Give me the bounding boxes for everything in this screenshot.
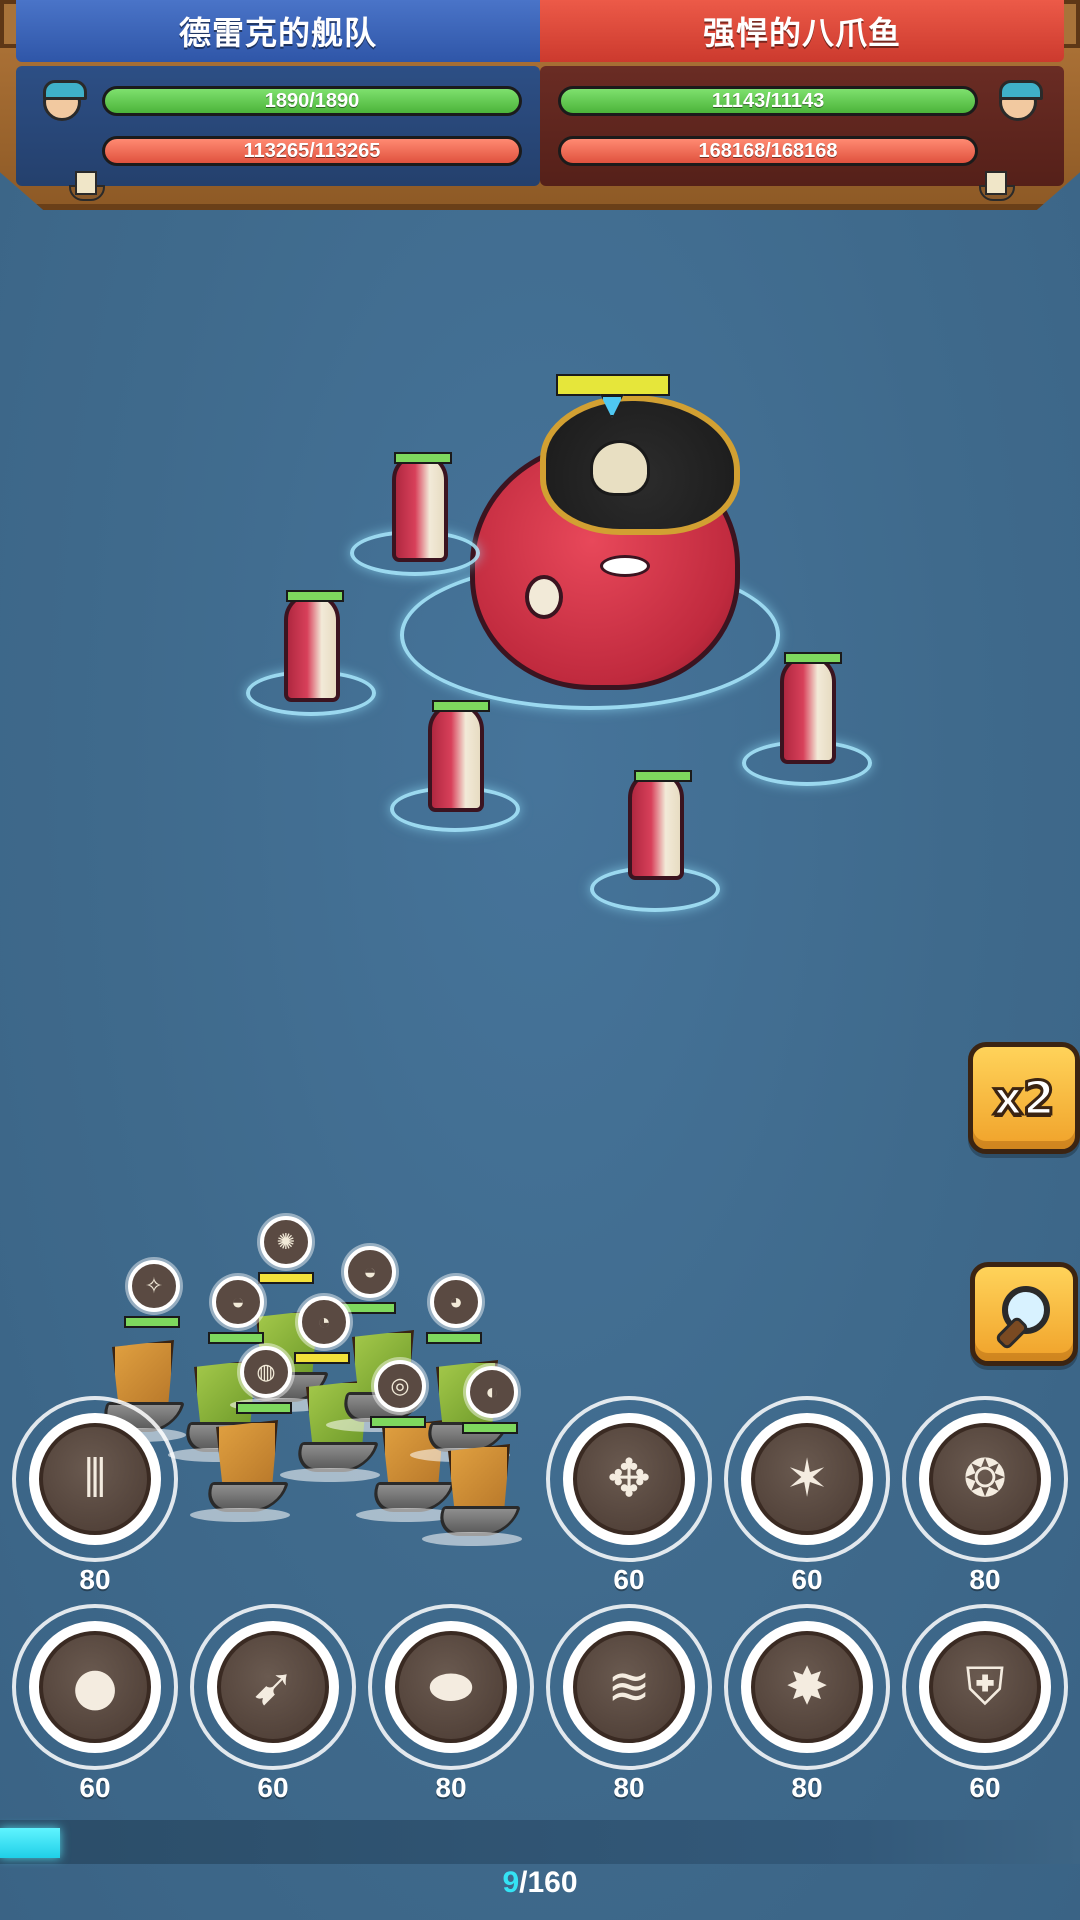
skill-cost: 60 [257,1772,289,1803]
ship-hp-bar [124,1316,180,1328]
ship-skill-bubble: ◐ [466,1366,518,1418]
energy-bar-fill [0,1828,61,1858]
skill-button[interactable]: ❂ 80 [902,1396,1068,1596]
ship-skill-bubble: ◎ [374,1360,426,1412]
monocle-icon [525,575,563,619]
cannons-icon: ⫴ [39,1423,151,1535]
skill-cost: 60 [79,1772,111,1803]
skill-cost: 80 [613,1772,645,1803]
skill-button[interactable]: ➹ 60 [190,1604,356,1804]
captain-icon [40,80,87,124]
cannonball-icon: ● [39,1631,151,1743]
tentacle [284,592,340,702]
ship-hp-bar [462,1422,518,1434]
player-team-name: 德雷克的舰队 [16,0,540,62]
skill-button[interactable]: ✥ 60 [546,1396,712,1596]
ship-hp-bar [294,1352,350,1364]
skill-button[interactable]: ✶ 60 [724,1396,890,1596]
enemy-team-panel: 强悍的八爪鱼 11143/11143 168168/168168 [540,0,1064,201]
skill-cost: 60 [613,1564,645,1595]
tentacle-hp-bar [394,452,452,464]
player-ship[interactable] [422,1444,522,1554]
fish-icon: ➹ [217,1631,329,1743]
skill-cost: 80 [791,1772,823,1803]
energy-current: 9 [502,1866,520,1899]
tentacle [392,452,448,562]
captain-icon [996,80,1043,124]
ship-hp-bar [208,1332,264,1344]
skill-cost: 80 [435,1772,467,1803]
inspect-button[interactable] [970,1262,1078,1366]
ship-skill-bubble: ◒ [344,1246,396,1298]
boss-hp-bar [556,374,670,396]
energy-max: 160 [527,1866,578,1899]
tentacle-hp-bar [286,590,344,602]
tentacle-hp-bar [784,652,842,664]
enemy-fleet-hp-bar: 168168/168168 [558,136,978,166]
compass-icon: ✥ [573,1423,685,1535]
skill-button[interactable]: ≋ 80 [546,1604,712,1804]
ship-skill-bubble: ✺ [260,1216,312,1268]
player-captain-hp-bar: 1890/1890 [102,86,522,116]
magnifier-icon [992,1282,1056,1346]
ship-skill-bubble: ◒ [212,1276,264,1328]
tentacle-hp-bar [432,700,490,712]
enemy-team-stats: 11143/11143 168168/168168 [540,66,1064,201]
ship-icon [950,132,1040,242]
winged-shield-icon: ❂ [929,1423,1041,1535]
enemy-captain-hp-bar: 11143/11143 [558,86,978,116]
ship-hp-bar [426,1332,482,1344]
skull-icon [590,440,650,496]
skill-cost: 60 [969,1772,1001,1803]
ship-hp-bar [258,1272,314,1284]
energy-counter: 9/160 [0,1866,1080,1900]
energy-bar [0,1820,1080,1864]
octopus-eye [600,555,650,577]
burst-icon: ✸ [751,1631,863,1743]
tentacle [780,654,836,764]
enemy-team-name: 强悍的八爪鱼 [540,0,1064,62]
tentacle-hp-bar [634,770,692,782]
ship-skill-bubble: ◍ [240,1346,292,1398]
speed-x2-button[interactable]: x2 [968,1042,1080,1154]
player-ship[interactable] [190,1420,290,1530]
ship-hp-bar [370,1416,426,1428]
ship-skill-bubble: ✧ [128,1260,180,1312]
splash-icon: ✶ [751,1423,863,1535]
skill-button[interactable]: ✸ 80 [724,1604,890,1804]
skill-cost: 80 [969,1564,1001,1595]
player-team-stats: 1890/1890 113265/113265 [16,66,540,201]
skill-cost: 60 [791,1564,823,1595]
skill-button[interactable]: ⬬ 80 [368,1604,534,1804]
skill-button[interactable]: ● 60 [12,1604,178,1804]
speed-x2-icon: x2 [992,1070,1057,1127]
battle-header: 德雷克的舰队 1890/1890 113265/113265 强悍的八爪鱼 11… [0,0,1080,210]
ship-hp-bar [236,1402,292,1414]
skill-cost: 80 [79,1564,111,1595]
tentacle [428,702,484,812]
ship-skill-bubble: ◕ [430,1276,482,1328]
shield-icon: ⛨ [929,1631,1041,1743]
ship-skill-bubble: ◔ [298,1296,350,1348]
player-fleet-hp-bar: 113265/113265 [102,136,522,166]
shell-icon: ⬬ [395,1631,507,1743]
tornado-icon: ≋ [573,1631,685,1743]
skill-button[interactable]: ⫴ 80 [12,1396,178,1596]
skill-button[interactable]: ⛨ 60 [902,1604,1068,1804]
tentacle [628,770,684,880]
player-team-panel: 德雷克的舰队 1890/1890 113265/113265 [16,0,540,201]
